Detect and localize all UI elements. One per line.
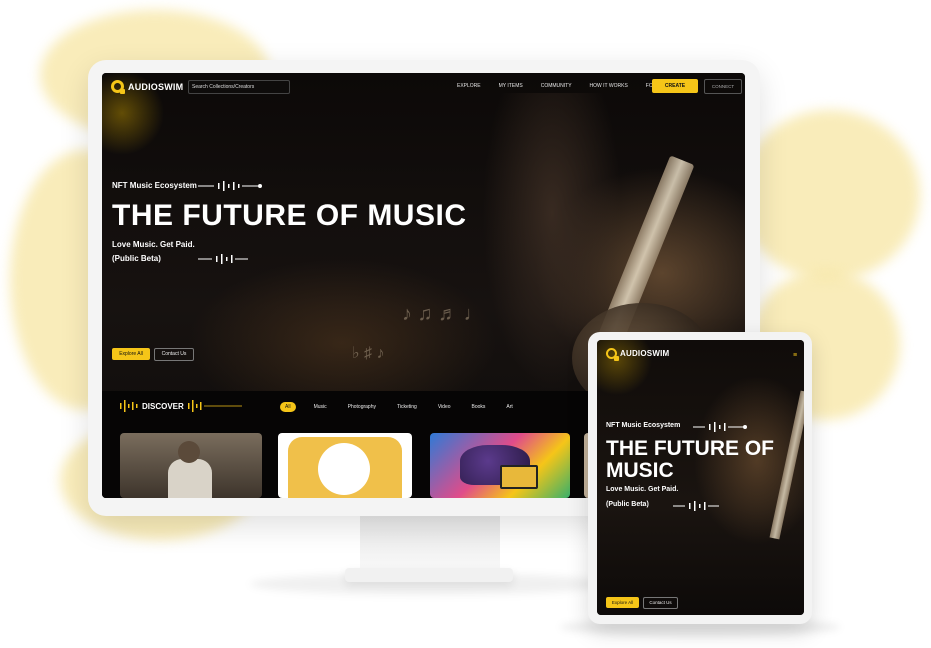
nft-card[interactable] [120, 433, 262, 498]
sound-wave-icon [693, 422, 747, 432]
tablet-device: AUDIOSWIM ≡ NFT Music Ecosystem THE FUTU… [588, 332, 812, 624]
create-button[interactable]: CREATE [652, 79, 698, 93]
tablet-screen: AUDIOSWIM ≡ NFT Music Ecosystem THE FUTU… [597, 340, 804, 615]
audioswim-logo-icon [606, 348, 619, 361]
hamburger-icon[interactable]: ≡ [793, 352, 797, 359]
search-placeholder: Search Collections/Creators [192, 84, 255, 90]
nav-link-explore[interactable]: EXPLORE [457, 82, 481, 91]
sound-wave-icon [187, 400, 242, 412]
sound-wave-icon [120, 400, 138, 412]
filter-books[interactable]: Books [472, 402, 486, 412]
nft-card[interactable] [430, 433, 570, 498]
audioswim-logo-icon [111, 80, 125, 94]
nav-link-community[interactable]: COMMUNITY [541, 82, 572, 91]
hero-tagline: Love Music. Get Paid. [606, 486, 679, 493]
filter-video[interactable]: Video [438, 402, 451, 412]
monitor-stand-neck [360, 514, 500, 574]
monitor-stand-foot [345, 568, 513, 582]
filter-all[interactable]: All [280, 402, 296, 412]
brand-logo[interactable]: AUDIOSWIM [606, 348, 670, 361]
nft-card[interactable] [278, 433, 412, 498]
sound-wave-icon [673, 501, 719, 511]
hero-eyebrow: NFT Music Ecosystem [112, 181, 197, 190]
hero-beta-label: (Public Beta) [112, 254, 161, 263]
explore-all-button[interactable]: Explore All [112, 348, 150, 360]
top-navbar: AUDIOSWIM Search Collections/Creators EX… [102, 73, 745, 101]
music-notes-decor: ♭ ♯ ♪ [352, 345, 385, 362]
connect-button[interactable]: CONNECT [704, 79, 742, 94]
nft-image [318, 443, 370, 495]
discover-heading: DISCOVER [120, 400, 242, 412]
brand-name: AUDIOSWIM [128, 81, 184, 92]
contact-us-button[interactable]: Contact Us [154, 348, 194, 361]
hero-title: THE FUTURE OF MUSIC [112, 199, 467, 232]
search-input[interactable]: Search Collections/Creators [188, 80, 290, 94]
sound-wave-icon [198, 181, 262, 191]
filter-photography[interactable]: Photography [348, 402, 376, 412]
explore-all-button[interactable]: Explore All [606, 597, 639, 608]
filter-music[interactable]: Music [314, 402, 327, 412]
hero-title: THE FUTURE OF MUSIC [606, 437, 774, 482]
category-filters: All Music Photography Ticketing Video Bo… [280, 402, 534, 412]
filter-ticketing[interactable]: Ticketing [397, 402, 417, 412]
brand-name: AUDIOSWIM [620, 349, 670, 358]
discover-label: DISCOVER [142, 401, 184, 411]
nft-image [168, 459, 212, 498]
cassette-icon [500, 465, 538, 489]
nav-link-how-it-works[interactable]: HOW IT WORKS [590, 82, 628, 91]
music-notes-decor: ♪ ♫ ♬ ♩ [402, 303, 484, 325]
hero-eyebrow: NFT Music Ecosystem [606, 422, 681, 429]
nft-image [178, 441, 200, 463]
sound-wave-icon [198, 254, 248, 264]
nav-link-my-items[interactable]: MY ITEMS [499, 82, 523, 91]
hero-beta-label: (Public Beta) [606, 501, 649, 508]
contact-us-button[interactable]: Contact Us [643, 597, 678, 609]
hero-tagline: Love Music. Get Paid. [112, 240, 195, 249]
decor-splash [740, 110, 920, 280]
brand-logo[interactable]: AUDIOSWIM [111, 80, 184, 94]
filter-art[interactable]: Art [506, 402, 512, 412]
